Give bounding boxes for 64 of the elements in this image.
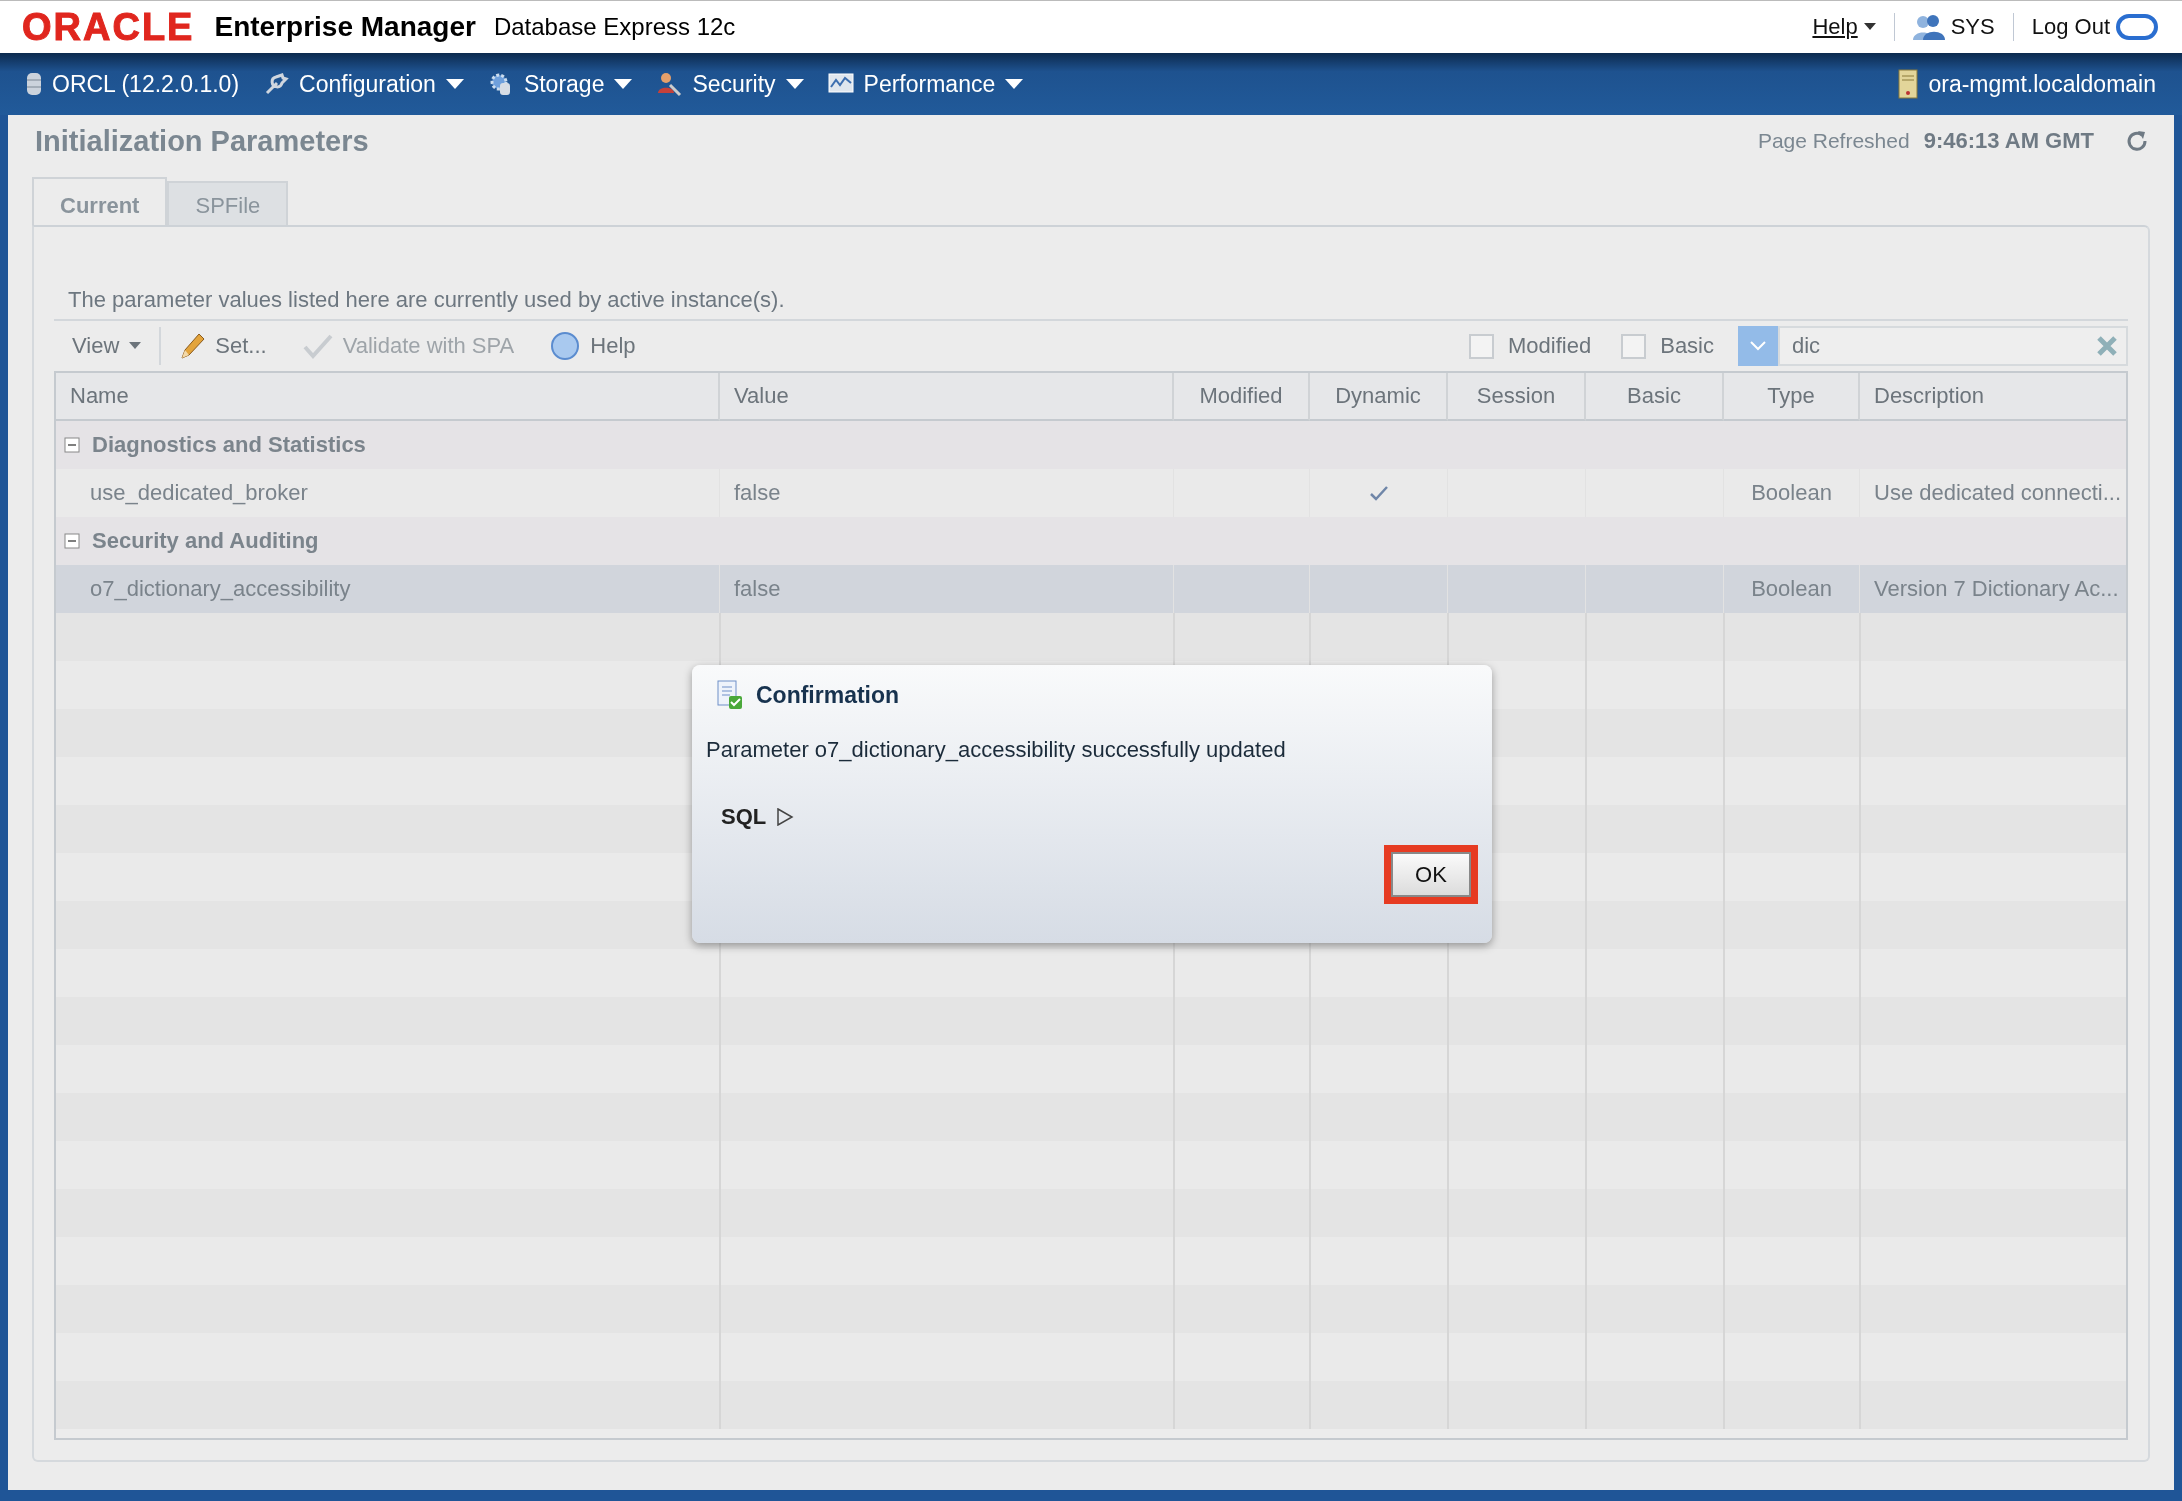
nav-menu[interactable]: Security — [644, 70, 816, 98]
group-row[interactable]: Diagnostics and Statistics — [56, 421, 2126, 469]
user-menu[interactable]: SYS — [1902, 13, 2005, 41]
search-field[interactable]: dic — [1778, 326, 2128, 366]
ok-button[interactable]: OK — [1391, 852, 1471, 897]
group-label: Diagnostics and Statistics — [92, 432, 366, 458]
table-cell: Boolean — [1724, 565, 1860, 613]
table-cell: false — [720, 565, 1174, 613]
nav-menu[interactable]: Configuration — [251, 70, 476, 98]
edition-name: Database Express 12c — [493, 13, 736, 41]
checkmark-icon — [302, 333, 333, 359]
wrench-icon — [263, 71, 290, 97]
column-header[interactable]: Name — [56, 373, 720, 421]
filter-checkbox[interactable]: Modified — [1463, 332, 1598, 360]
group-row[interactable]: Security and Auditing — [56, 517, 2126, 565]
caret-icon — [1005, 79, 1024, 89]
dialog-message: Parameter o7_dictionary_accessibility successfully updated — [706, 737, 1287, 763]
column-header[interactable]: Type — [1724, 373, 1860, 421]
page-title: Initialization Parameters — [35, 124, 369, 158]
database-menu[interactable]: ORCL (12.2.0.1.0) — [14, 70, 252, 98]
people-icon — [656, 71, 683, 97]
column-header[interactable]: Basic — [1586, 373, 1724, 421]
group-label: Security and Auditing — [92, 528, 319, 554]
nav-menu[interactable]: Storage — [475, 70, 645, 98]
table-cell: o7_dictionary_accessibility — [56, 565, 720, 613]
clear-icon[interactable] — [2096, 335, 2118, 357]
pencil-icon — [179, 331, 206, 361]
dialog-title: Confirmation — [756, 681, 900, 709]
column-header[interactable]: Value — [720, 373, 1174, 421]
caret-icon — [1863, 23, 1876, 31]
database-icon — [26, 71, 42, 97]
toolbar-button[interactable]: Help — [532, 331, 654, 361]
product-name: Enterprise Manager — [214, 11, 476, 43]
caret-icon — [129, 342, 142, 350]
column-header[interactable]: Dynamic — [1310, 373, 1448, 421]
chevron-icon — [1750, 341, 1766, 351]
checkmark-icon — [1369, 485, 1388, 501]
collapse-icon[interactable] — [64, 437, 80, 453]
column-header[interactable]: Modified — [1174, 373, 1310, 421]
refreshed-label: Page Refreshed — [1757, 129, 1910, 153]
column-header[interactable]: Session — [1448, 373, 1586, 421]
refreshed-time: 9:46:13 AM GMT — [1923, 128, 2094, 154]
toolbar-button[interactable]: Set... — [161, 331, 285, 361]
column-header[interactable]: Description — [1860, 373, 2126, 421]
collapse-icon[interactable] — [64, 533, 80, 549]
table-cell: Version 7 Dictionary Ac... — [1860, 565, 2126, 613]
document-check-icon — [716, 680, 744, 710]
host-text: ora-mgmt.localdomain — [1928, 70, 2156, 98]
tab[interactable]: SPFile — [167, 181, 289, 227]
info-text: The parameter values listed here are currently used by active instance(s). — [54, 287, 2128, 321]
toolbar-button[interactable]: View — [54, 333, 160, 359]
users-icon — [1912, 13, 1945, 41]
caret-icon — [785, 79, 804, 89]
nav-menu[interactable]: Performance — [815, 70, 1036, 98]
caret-icon — [614, 79, 633, 89]
help-icon — [550, 331, 581, 361]
oracle-logo: ORACLE — [22, 5, 195, 49]
server-icon — [1898, 69, 1919, 99]
help-menu[interactable]: Help — [1802, 14, 1886, 40]
filter-checkbox[interactable]: Basic — [1615, 332, 1720, 360]
caret-icon — [445, 79, 464, 89]
logout-link[interactable]: Log Out — [2021, 14, 2168, 40]
sql-toggle[interactable]: SQL — [706, 803, 801, 831]
tab[interactable]: Current — [32, 177, 168, 227]
